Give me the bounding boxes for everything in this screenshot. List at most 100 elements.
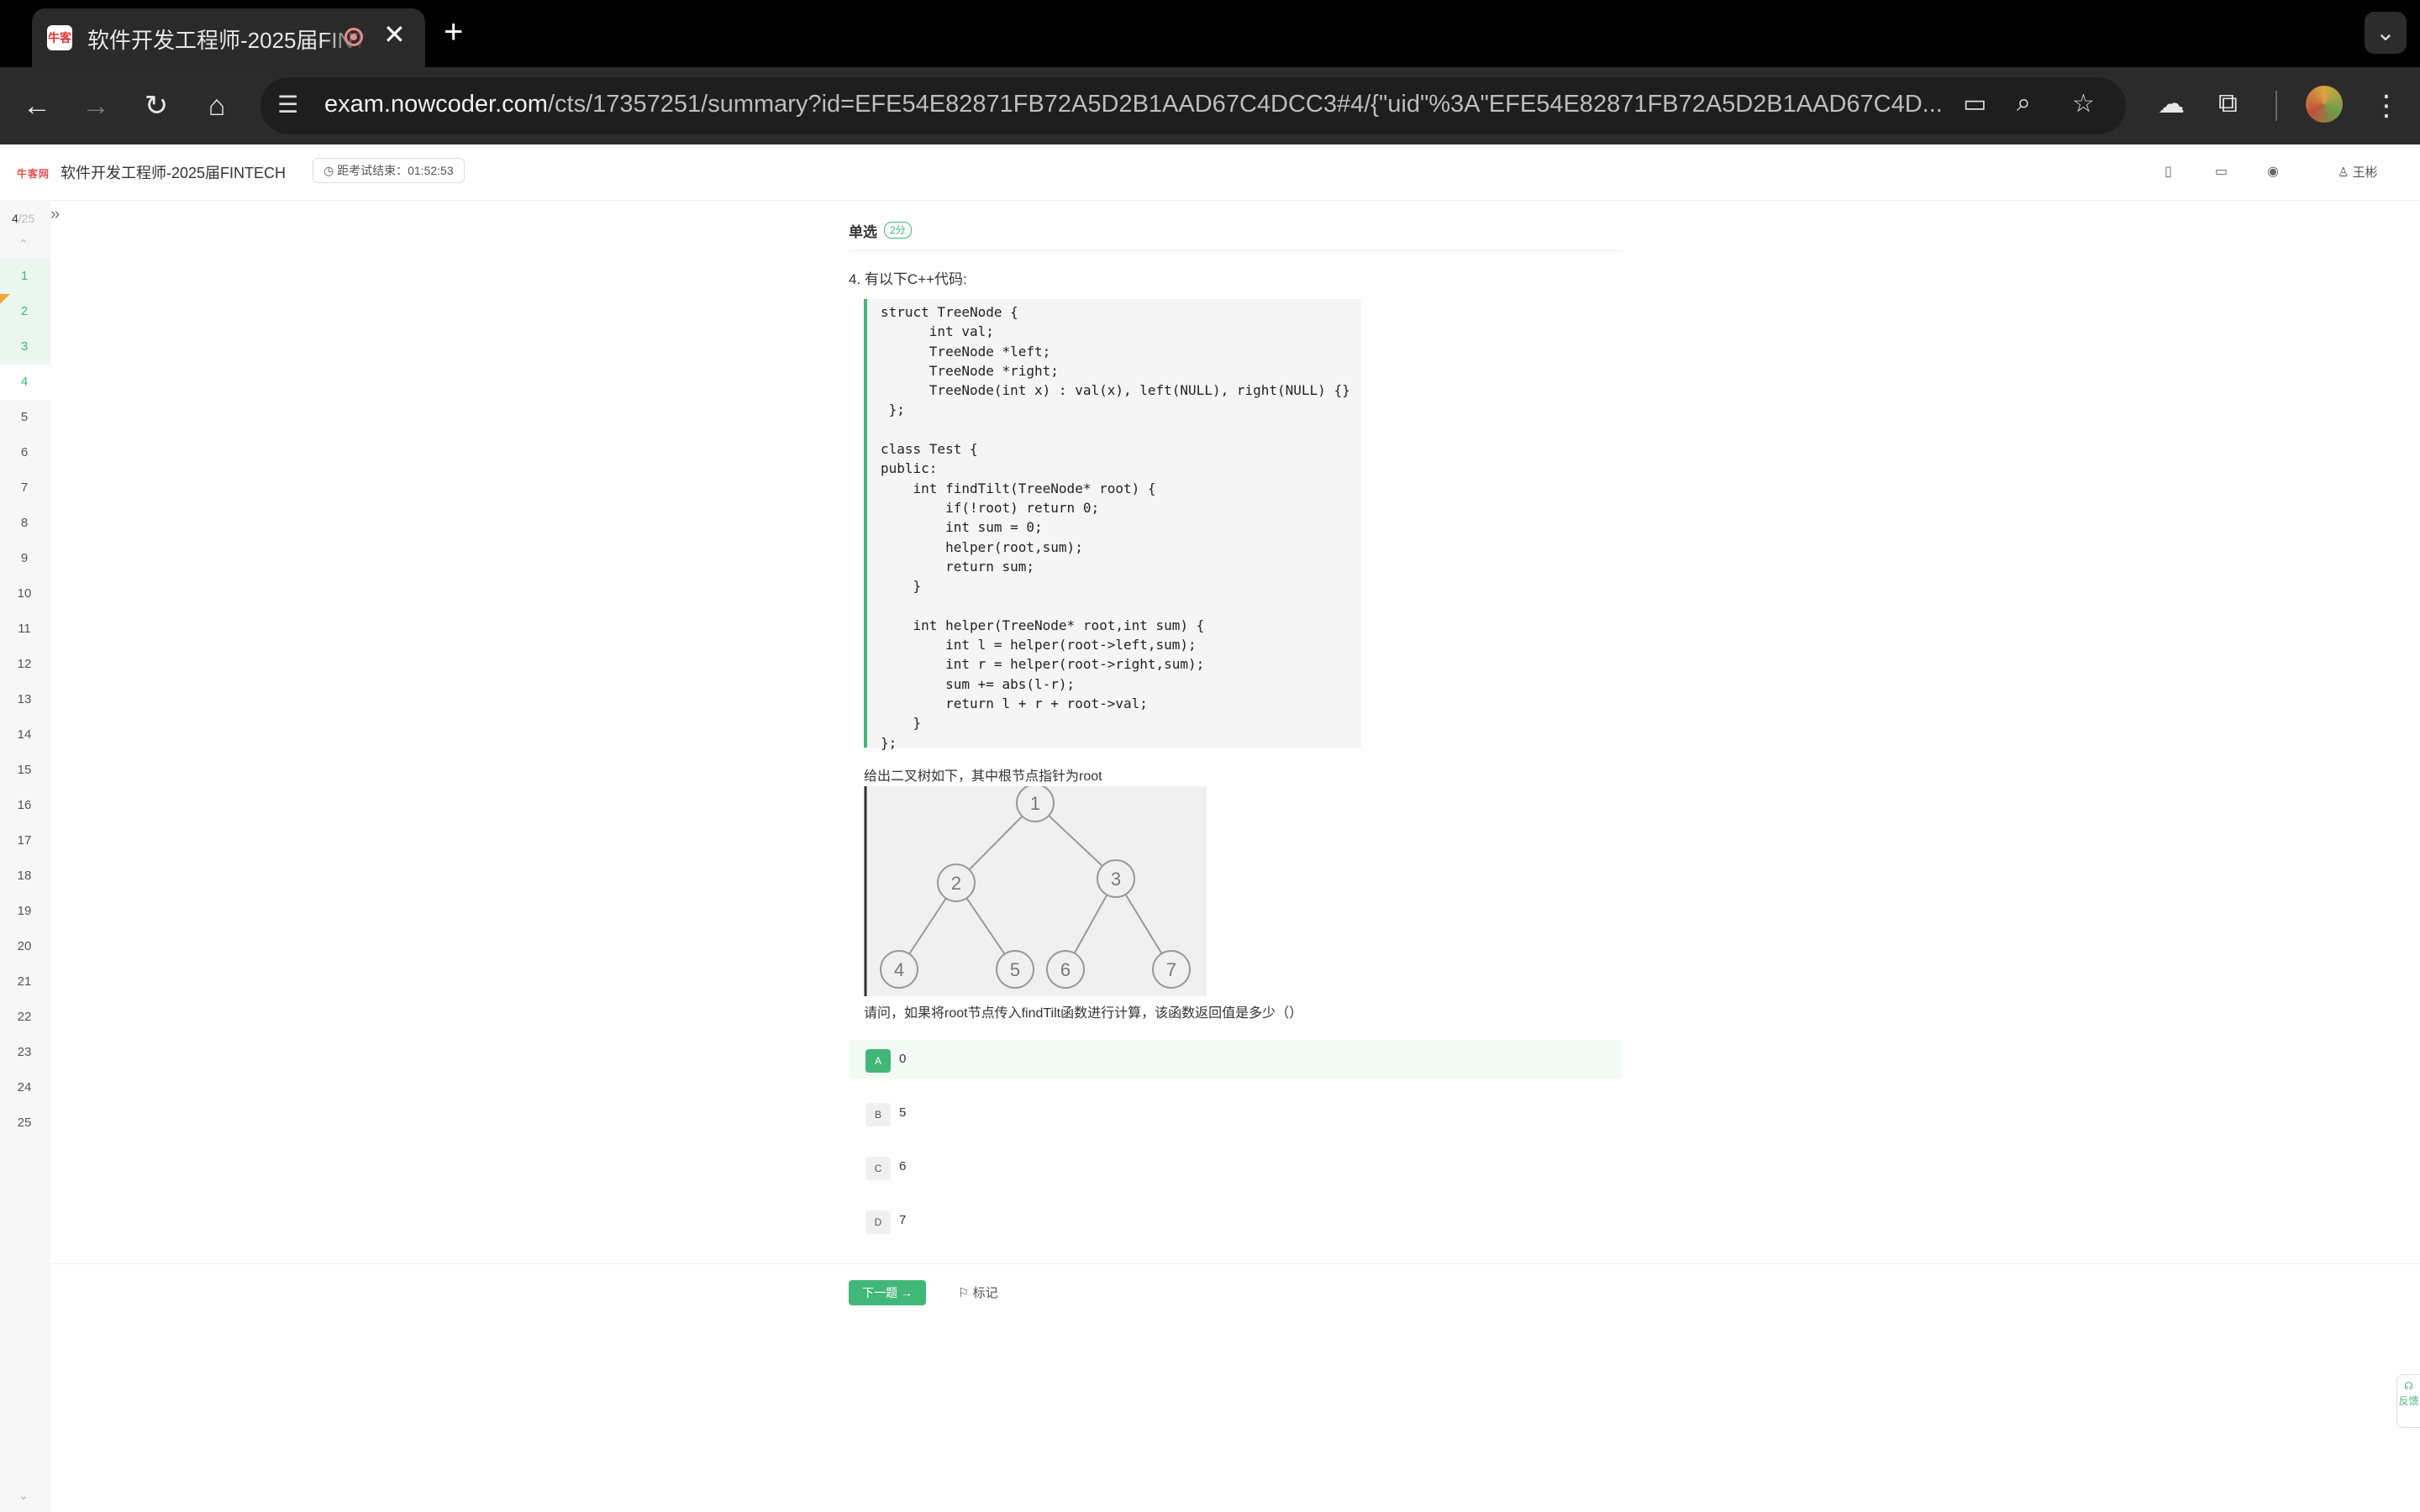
profile-avatar[interactable] — [2306, 86, 2343, 123]
flag-icon: ⚐ — [958, 1286, 970, 1300]
home-icon[interactable]: ⌂ — [198, 87, 235, 124]
option-letter: A — [865, 1049, 891, 1073]
code-block: struct TreeNode { int val; TreeNode *lef… — [864, 299, 1361, 751]
figure-caption: 给出二叉树如下，其中根节点指针为root — [864, 769, 1102, 784]
question-nav-item-12[interactable]: 12 — [0, 647, 50, 682]
clock-icon: ◷ — [324, 164, 334, 177]
extensions-puzzle-icon[interactable]: ⧉ — [2218, 87, 2238, 119]
forward-icon[interactable]: → — [77, 87, 114, 124]
question-nav-item-8[interactable]: 8 — [0, 506, 50, 541]
progress-counter: 4/25 — [12, 212, 34, 225]
zoom-icon[interactable]: ⌕ — [2017, 89, 2031, 118]
tree-node-label: 7 — [1166, 959, 1176, 980]
question-nav-item-19[interactable]: 19 — [0, 894, 50, 929]
tree-node-label: 5 — [1010, 959, 1020, 980]
tab-search-button[interactable]: ⌄ — [2365, 12, 2407, 54]
question-nav-item-3[interactable]: 3 — [0, 329, 50, 365]
question-nav-item-23[interactable]: 23 — [0, 1035, 50, 1070]
address-bar[interactable]: ☰ exam.nowcoder.com/cts/17357251/summary… — [260, 77, 2126, 134]
question-nav-item-13[interactable]: 13 — [0, 682, 50, 717]
question-number: 4. — [849, 271, 861, 287]
option-b[interactable]: B5 — [849, 1094, 1622, 1132]
timer-label: 距考试结束： — [337, 164, 408, 177]
current-question-number: 4 — [12, 212, 18, 225]
reload-icon[interactable]: ↻ — [138, 87, 175, 124]
option-value: 7 — [899, 1213, 907, 1227]
tree-node-label: 3 — [1111, 869, 1121, 890]
question-type: 单选 — [849, 224, 877, 240]
question-nav-item-6[interactable]: 6 — [0, 435, 50, 470]
close-tab-icon[interactable]: ✕ — [383, 18, 406, 50]
browser-tab[interactable]: 牛客 软件开发工程师-2025届FINTECH ✕ — [32, 8, 425, 67]
navigator-scroll-up-icon[interactable]: ⌃ — [18, 237, 29, 251]
question-title: 4. 有以下C++代码: — [849, 267, 967, 288]
tab-title: 软件开发工程师-2025届FINTECH — [87, 28, 365, 53]
next-question-button[interactable]: 下一题 → — [849, 1280, 926, 1305]
toolbar-divider — [2275, 91, 2277, 121]
question-nav-item-1[interactable]: 1 — [0, 259, 50, 294]
user-icon: ♙ — [2338, 165, 2349, 180]
user-menu[interactable]: ♙ 王彬 — [2338, 163, 2378, 181]
option-letter: B — [865, 1103, 891, 1126]
question-nav-item-7[interactable]: 7 — [0, 470, 50, 506]
question-nav-item-5[interactable]: 5 — [0, 400, 50, 435]
question-score-badge: 2分 — [884, 222, 912, 239]
url-path: /cts/17357251/summary?id=EFE54E82871FB72… — [547, 91, 1943, 118]
option-a[interactable]: A0 — [849, 1040, 1622, 1079]
tree-node-label: 2 — [951, 873, 961, 894]
question-nav-item-22[interactable]: 22 — [0, 1000, 50, 1035]
question-nav-item-17[interactable]: 17 — [0, 823, 50, 858]
feedback-button[interactable]: ☊ 反馈 — [2396, 1374, 2420, 1428]
mark-question-button[interactable]: ⚐ 标记 — [958, 1284, 998, 1301]
option-c[interactable]: C6 — [849, 1147, 1622, 1186]
question-nav-item-4[interactable]: 4 — [0, 365, 50, 400]
question-nav-item-15[interactable]: 15 — [0, 753, 50, 788]
url-text[interactable]: exam.nowcoder.com/cts/17357251/summary?i… — [324, 91, 1946, 118]
site-favicon-icon: 牛客 — [47, 25, 72, 50]
browser-tab-strip: 牛客 软件开发工程师-2025届FINTECH ✕ + ⌄ — [0, 0, 2420, 67]
browser-menu-icon[interactable]: ⋮ — [2368, 87, 2405, 124]
total-questions: /25 — [18, 212, 35, 225]
exam-header: 牛客网 软件开发工程师-2025届FINTECH ◷ 距考试结束：01:52:5… — [0, 144, 2420, 201]
divider — [849, 250, 1622, 251]
headset-icon: ☊ — [2404, 1380, 2413, 1392]
question-nav-item-9[interactable]: 9 — [0, 541, 50, 576]
tree-node-label: 6 — [1060, 959, 1071, 980]
question-nav-item-10[interactable]: 10 — [0, 576, 50, 612]
option-value: 5 — [899, 1105, 907, 1120]
phone-icon[interactable]: ▯ — [2165, 163, 2172, 180]
bookmark-star-icon[interactable]: ☆ — [2072, 89, 2095, 118]
camera-icon[interactable]: ▭ — [1963, 89, 1986, 118]
cloud-extension-icon[interactable]: ☁ — [2158, 87, 2185, 119]
url-host: exam.nowcoder.com — [324, 91, 548, 118]
site-info-icon[interactable]: ☰ — [277, 91, 298, 118]
question-nav-item-20[interactable]: 20 — [0, 929, 50, 964]
navigator-scroll-down-icon[interactable]: ⌄ — [18, 1488, 29, 1503]
option-value: 0 — [899, 1052, 907, 1066]
question-nav-item-21[interactable]: 21 — [0, 964, 50, 1000]
question-nav-item-18[interactable]: 18 — [0, 858, 50, 894]
timer-value: 01:52:53 — [408, 164, 454, 177]
question-nav-item-24[interactable]: 24 — [0, 1070, 50, 1105]
back-icon[interactable]: ← — [18, 87, 55, 124]
browser-toolbar: ← → ↻ ⌂ ☰ exam.nowcoder.com/cts/17357251… — [0, 67, 2420, 144]
question-nav-item-11[interactable]: 11 — [0, 612, 50, 647]
monitor-icon[interactable]: ▭ — [2215, 163, 2228, 180]
countdown-timer: ◷ 距考试结束：01:52:53 — [313, 158, 465, 183]
option-letter: D — [865, 1210, 891, 1234]
footer-divider — [50, 1263, 2420, 1264]
option-d[interactable]: D7 — [849, 1201, 1622, 1240]
question-nav-item-14[interactable]: 14 — [0, 717, 50, 753]
question-nav-item-25[interactable]: 25 — [0, 1105, 50, 1141]
exam-title: 软件开发工程师-2025届FINTECH — [60, 165, 287, 181]
mark-label: 标记 — [972, 1286, 998, 1300]
user-name: 王彬 — [2352, 165, 2378, 180]
new-tab-button[interactable]: + — [444, 13, 463, 51]
expand-panel-icon[interactable]: » — [50, 205, 60, 224]
option-letter: C — [865, 1157, 891, 1180]
question-nav-item-16[interactable]: 16 — [0, 788, 50, 823]
camera-status-icon[interactable]: ◉ — [2267, 163, 2279, 180]
recording-indicator-icon — [345, 28, 363, 46]
tree-node-label: 1 — [1030, 793, 1040, 814]
binary-tree-figure: 1 2 3 4 5 6 7 — [864, 786, 1207, 996]
